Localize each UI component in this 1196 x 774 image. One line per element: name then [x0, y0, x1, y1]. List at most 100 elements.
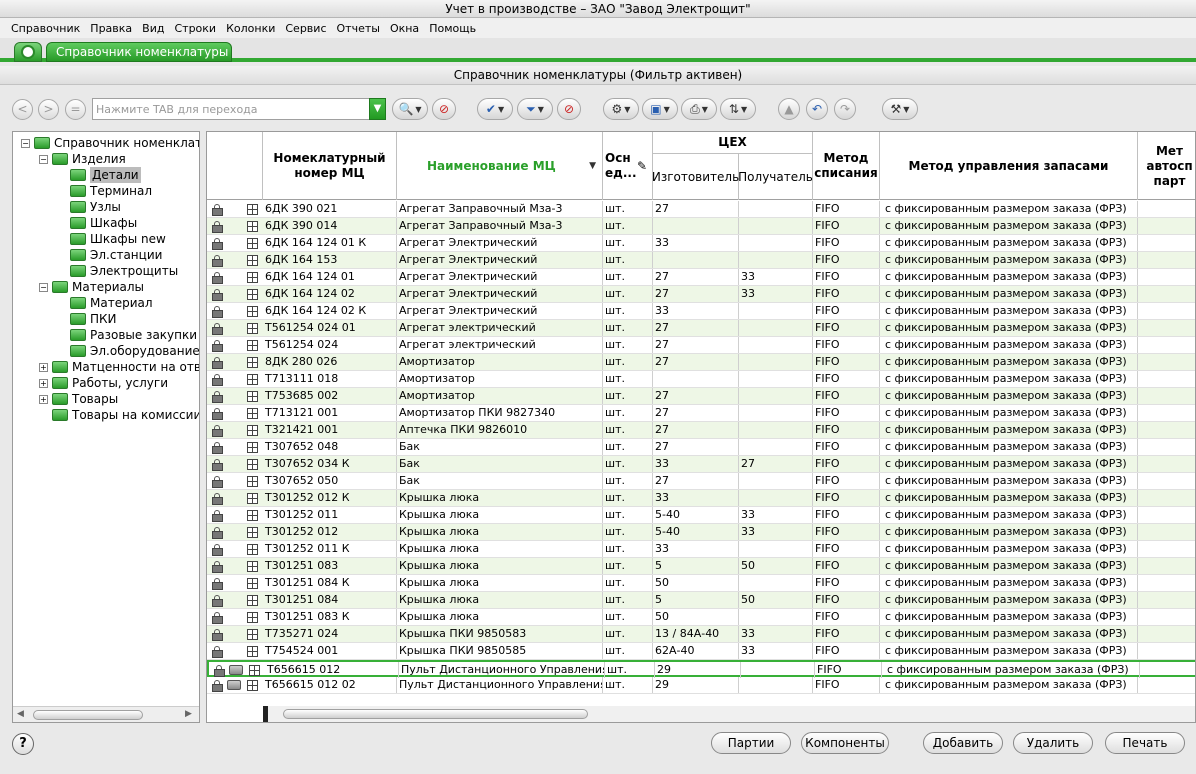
- cell-maker[interactable]: 62А-40: [653, 643, 739, 659]
- filter-clear-button[interactable]: ⊘: [557, 98, 581, 120]
- scroll-thumb[interactable]: [33, 710, 143, 720]
- cell-number[interactable]: Т753685 002: [263, 388, 397, 404]
- lock-icon[interactable]: [212, 391, 223, 403]
- lock-icon[interactable]: [212, 357, 223, 369]
- tree-item[interactable]: Товары на комиссии: [39, 407, 199, 423]
- structure-icon[interactable]: [247, 323, 258, 334]
- cell-stock-method[interactable]: с фиксированным размером заказа (ФРЗ): [880, 422, 1138, 438]
- structure-icon[interactable]: [247, 629, 258, 640]
- settings-button[interactable]: ⚙ ▼: [603, 98, 639, 120]
- table-row[interactable]: Т656615 012 Пульт Дистанционного Управлен…: [207, 660, 1195, 678]
- cell-stock-method[interactable]: с фиксированным размером заказа (ФРЗ): [880, 541, 1138, 557]
- lock-icon[interactable]: [212, 255, 223, 267]
- tree-item[interactable]: Детали: [57, 167, 141, 183]
- cell-maker[interactable]: 33: [653, 456, 739, 472]
- package-icon[interactable]: [229, 665, 243, 675]
- cell-auto[interactable]: [1138, 541, 1195, 557]
- table-row[interactable]: 6ДК 390 021 Агрегат Заправочный Мза-3 шт. 2…: [207, 201, 1195, 218]
- lock-icon[interactable]: [212, 459, 223, 471]
- cell-name[interactable]: Агрегат Заправочный Мза-3: [397, 218, 603, 234]
- cell-unit[interactable]: шт.: [603, 303, 653, 319]
- cell-receiver[interactable]: [739, 337, 813, 353]
- cell-number[interactable]: Т301252 011: [263, 507, 397, 523]
- menu-item[interactable]: Окна: [385, 22, 424, 35]
- cell-number[interactable]: Т321421 001: [263, 422, 397, 438]
- redo-button[interactable]: ↷: [834, 98, 856, 120]
- menu-item[interactable]: Отчеты: [332, 22, 385, 35]
- cell-receiver[interactable]: [739, 541, 813, 557]
- header-maker[interactable]: Изготовитель: [652, 154, 739, 200]
- cell-write-off[interactable]: FIFO: [813, 592, 880, 608]
- cell-receiver[interactable]: 33: [739, 524, 813, 540]
- cell-unit[interactable]: шт.: [603, 524, 653, 540]
- cell-stock-method[interactable]: с фиксированным размером заказа (ФРЗ): [880, 609, 1138, 625]
- cell-stock-method[interactable]: с фиксированным размером заказа (ФРЗ): [880, 303, 1138, 319]
- cell-name[interactable]: Крышка люка: [397, 592, 603, 608]
- menu-item[interactable]: Справочник: [6, 22, 85, 35]
- lock-icon[interactable]: [212, 527, 223, 539]
- search-dropdown-button[interactable]: ▼: [369, 98, 386, 120]
- cell-unit[interactable]: шт.: [603, 388, 653, 404]
- lock-icon[interactable]: [212, 646, 223, 658]
- cell-receiver[interactable]: [739, 354, 813, 370]
- cell-maker[interactable]: 5: [653, 592, 739, 608]
- components-button[interactable]: Компоненты: [801, 732, 889, 754]
- cell-auto[interactable]: [1138, 218, 1195, 234]
- structure-icon[interactable]: [247, 306, 258, 317]
- cell-unit[interactable]: шт.: [603, 354, 653, 370]
- cell-number[interactable]: 8ДК 280 026: [263, 354, 397, 370]
- header-stock-method[interactable]: Метод управления запасами: [880, 132, 1138, 200]
- cell-receiver[interactable]: [739, 473, 813, 489]
- check-button[interactable]: ✔ ▼: [477, 98, 513, 120]
- print-button[interactable]: Печать: [1105, 732, 1185, 754]
- table-row[interactable]: Т301252 011 К Крышка люка шт. 33 FIFO с фикси…: [207, 541, 1195, 558]
- cell-number[interactable]: 6ДК 164 124 01 К: [263, 235, 397, 251]
- cell-name[interactable]: Крышка ПКИ 9850585: [397, 643, 603, 659]
- cell-auto[interactable]: [1138, 643, 1195, 659]
- cell-unit[interactable]: шт.: [603, 643, 653, 659]
- add-button[interactable]: Добавить: [923, 732, 1003, 754]
- cell-auto[interactable]: [1138, 354, 1195, 370]
- cell-stock-method[interactable]: с фиксированным размером заказа (ФРЗ): [880, 677, 1138, 693]
- app-logo-tab[interactable]: [14, 42, 42, 62]
- cell-write-off[interactable]: FIFO: [813, 235, 880, 251]
- header-number[interactable]: Номеклатурный номер МЦ: [263, 132, 397, 200]
- structure-icon[interactable]: [247, 680, 258, 691]
- cell-maker[interactable]: 27: [653, 337, 739, 353]
- cell-auto[interactable]: [1138, 473, 1195, 489]
- cell-unit[interactable]: шт.: [603, 456, 653, 472]
- cell-auto[interactable]: [1138, 609, 1195, 625]
- undo-button[interactable]: ↶: [806, 98, 828, 120]
- cell-unit[interactable]: шт.: [603, 269, 653, 285]
- cell-write-off[interactable]: FIFO: [813, 422, 880, 438]
- cell-name[interactable]: Бак: [397, 456, 603, 472]
- header-write-off[interactable]: Метод списания: [813, 132, 880, 200]
- cell-unit[interactable]: шт.: [603, 235, 653, 251]
- tree-item[interactable]: − Материалы: [39, 279, 144, 295]
- table-row[interactable]: 8ДК 280 026 Амортизатор шт. 27 FIFO с фиксиро…: [207, 354, 1195, 371]
- cell-number[interactable]: Т656615 012: [265, 662, 399, 678]
- find-button[interactable]: 🔍 ▼: [392, 98, 428, 120]
- find-cancel-button[interactable]: ⊘: [432, 98, 456, 120]
- cell-unit[interactable]: шт.: [603, 592, 653, 608]
- cell-auto[interactable]: [1138, 337, 1195, 353]
- cell-maker[interactable]: 5: [653, 558, 739, 574]
- delete-button[interactable]: Удалить: [1013, 732, 1093, 754]
- cell-write-off[interactable]: FIFO: [813, 201, 880, 217]
- cell-maker[interactable]: 27: [653, 422, 739, 438]
- parties-button[interactable]: Партии: [711, 732, 791, 754]
- cell-unit[interactable]: шт.: [605, 662, 655, 678]
- cell-name[interactable]: Амортизатор: [397, 371, 603, 387]
- cell-receiver[interactable]: [741, 662, 815, 678]
- table-row[interactable]: Т321421 001 Аптечка ПКИ 9826010 шт. 27 FIFO с…: [207, 422, 1195, 439]
- cell-receiver[interactable]: [739, 218, 813, 234]
- cell-auto[interactable]: [1138, 252, 1195, 268]
- lock-icon[interactable]: [212, 374, 223, 386]
- structure-icon[interactable]: [247, 612, 258, 623]
- lock-icon[interactable]: [214, 665, 225, 677]
- cell-number[interactable]: Т301251 083: [263, 558, 397, 574]
- cell-maker[interactable]: 29: [653, 677, 739, 693]
- lock-icon[interactable]: [212, 204, 223, 216]
- cell-stock-method[interactable]: с фиксированным размером заказа (ФРЗ): [880, 286, 1138, 302]
- cell-number[interactable]: 6ДК 164 124 02: [263, 286, 397, 302]
